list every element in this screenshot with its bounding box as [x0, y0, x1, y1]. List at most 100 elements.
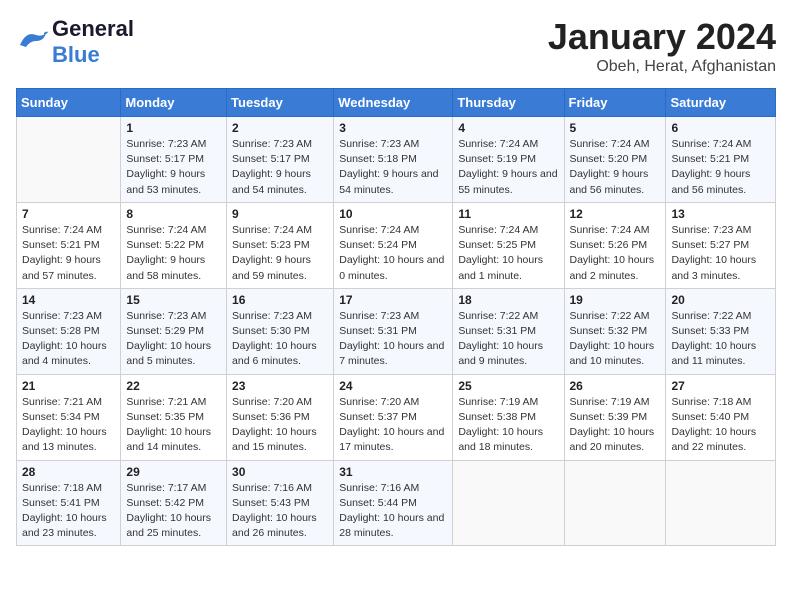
day-info: Sunrise: 7:17 AMSunset: 5:42 PMDaylight:…: [126, 481, 221, 542]
day-info: Sunrise: 7:23 AMSunset: 5:17 PMDaylight:…: [126, 137, 221, 198]
day-of-week-header: Thursday: [453, 89, 564, 117]
calendar-cell: [666, 460, 776, 546]
day-info: Sunrise: 7:23 AMSunset: 5:27 PMDaylight:…: [671, 223, 770, 284]
day-number: 17: [339, 293, 447, 307]
day-of-week-header: Sunday: [17, 89, 121, 117]
day-number: 7: [22, 207, 115, 221]
calendar-week-row: 14Sunrise: 7:23 AMSunset: 5:28 PMDayligh…: [17, 288, 776, 374]
day-info: Sunrise: 7:24 AMSunset: 5:24 PMDaylight:…: [339, 223, 447, 284]
day-info: Sunrise: 7:16 AMSunset: 5:44 PMDaylight:…: [339, 481, 447, 542]
calendar-cell: 7 Sunrise: 7:24 AMSunset: 5:21 PMDaylight…: [17, 202, 121, 288]
day-info: Sunrise: 7:23 AMSunset: 5:17 PMDaylight:…: [232, 137, 328, 198]
day-number: 20: [671, 293, 770, 307]
day-info: Sunrise: 7:22 AMSunset: 5:33 PMDaylight:…: [671, 309, 770, 370]
day-info: Sunrise: 7:20 AMSunset: 5:37 PMDaylight:…: [339, 395, 447, 456]
calendar-cell: 13 Sunrise: 7:23 AMSunset: 5:27 PMDayligh…: [666, 202, 776, 288]
calendar-cell: 8 Sunrise: 7:24 AMSunset: 5:22 PMDaylight…: [121, 202, 227, 288]
calendar-cell: 29 Sunrise: 7:17 AMSunset: 5:42 PMDayligh…: [121, 460, 227, 546]
day-number: 13: [671, 207, 770, 221]
day-number: 8: [126, 207, 221, 221]
logo-icon: [16, 29, 48, 56]
calendar-cell: 21 Sunrise: 7:21 AMSunset: 5:34 PMDayligh…: [17, 374, 121, 460]
day-number: 5: [570, 121, 661, 135]
calendar-week-row: 21 Sunrise: 7:21 AMSunset: 5:34 PMDayligh…: [17, 374, 776, 460]
calendar-cell: 24 Sunrise: 7:20 AMSunset: 5:37 PMDayligh…: [334, 374, 453, 460]
calendar-cell: 30 Sunrise: 7:16 AMSunset: 5:43 PMDayligh…: [227, 460, 334, 546]
day-number: 30: [232, 465, 328, 479]
day-number: 24: [339, 379, 447, 393]
day-number: 2: [232, 121, 328, 135]
day-info: Sunrise: 7:24 AMSunset: 5:21 PMDaylight:…: [22, 223, 115, 284]
calendar-cell: 4Sunrise: 7:24 AMSunset: 5:19 PMDaylight…: [453, 117, 564, 203]
day-of-week-header: Wednesday: [334, 89, 453, 117]
calendar-cell: 20 Sunrise: 7:22 AMSunset: 5:33 PMDayligh…: [666, 288, 776, 374]
day-number: 18: [458, 293, 558, 307]
day-number: 4: [458, 121, 558, 135]
day-number: 12: [570, 207, 661, 221]
day-number: 27: [671, 379, 770, 393]
calendar-cell: 27Sunrise: 7:18 AMSunset: 5:40 PMDayligh…: [666, 374, 776, 460]
calendar-cell: 11 Sunrise: 7:24 AMSunset: 5:25 PMDayligh…: [453, 202, 564, 288]
calendar-week-row: 1 Sunrise: 7:23 AMSunset: 5:17 PMDaylight…: [17, 117, 776, 203]
logo-text: GeneralBlue: [52, 16, 134, 68]
calendar-week-row: 7 Sunrise: 7:24 AMSunset: 5:21 PMDaylight…: [17, 202, 776, 288]
calendar-subtitle: Obeh, Herat, Afghanistan: [548, 58, 776, 76]
day-info: Sunrise: 7:23 AMSunset: 5:29 PMDaylight:…: [126, 309, 221, 370]
day-info: Sunrise: 7:24 AMSunset: 5:21 PMDaylight:…: [671, 137, 770, 198]
day-of-week-header: Friday: [564, 89, 666, 117]
calendar-cell: 19Sunrise: 7:22 AMSunset: 5:32 PMDayligh…: [564, 288, 666, 374]
day-info: Sunrise: 7:23 AMSunset: 5:18 PMDaylight:…: [339, 137, 447, 198]
day-info: Sunrise: 7:19 AMSunset: 5:38 PMDaylight:…: [458, 395, 558, 456]
day-number: 29: [126, 465, 221, 479]
day-number: 26: [570, 379, 661, 393]
calendar-cell: 10Sunrise: 7:24 AMSunset: 5:24 PMDayligh…: [334, 202, 453, 288]
calendar-cell: 9 Sunrise: 7:24 AMSunset: 5:23 PMDaylight…: [227, 202, 334, 288]
day-info: Sunrise: 7:22 AMSunset: 5:31 PMDaylight:…: [458, 309, 558, 370]
calendar-cell: 1 Sunrise: 7:23 AMSunset: 5:17 PMDaylight…: [121, 117, 227, 203]
day-number: 23: [232, 379, 328, 393]
day-info: Sunrise: 7:24 AMSunset: 5:20 PMDaylight:…: [570, 137, 661, 198]
calendar-cell: [564, 460, 666, 546]
calendar-cell: 15 Sunrise: 7:23 AMSunset: 5:29 PMDayligh…: [121, 288, 227, 374]
calendar-table: SundayMondayTuesdayWednesdayThursdayFrid…: [16, 88, 776, 546]
calendar-cell: 26 Sunrise: 7:19 AMSunset: 5:39 PMDayligh…: [564, 374, 666, 460]
page-header: GeneralBlue January 2024 Obeh, Herat, Af…: [16, 16, 776, 76]
day-number: 22: [126, 379, 221, 393]
day-info: Sunrise: 7:24 AMSunset: 5:25 PMDaylight:…: [458, 223, 558, 284]
logo: GeneralBlue: [16, 16, 134, 68]
day-number: 25: [458, 379, 558, 393]
day-number: 9: [232, 207, 328, 221]
calendar-cell: 25 Sunrise: 7:19 AMSunset: 5:38 PMDayligh…: [453, 374, 564, 460]
day-number: 31: [339, 465, 447, 479]
day-of-week-header: Monday: [121, 89, 227, 117]
calendar-cell: 17 Sunrise: 7:23 AMSunset: 5:31 PMDayligh…: [334, 288, 453, 374]
day-of-week-header: Saturday: [666, 89, 776, 117]
day-number: 21: [22, 379, 115, 393]
calendar-cell: [453, 460, 564, 546]
day-info: Sunrise: 7:22 AMSunset: 5:32 PMDaylight:…: [570, 309, 661, 370]
day-info: Sunrise: 7:23 AMSunset: 5:30 PMDaylight:…: [232, 309, 328, 370]
day-info: Sunrise: 7:21 AMSunset: 5:34 PMDaylight:…: [22, 395, 115, 456]
day-number: 11: [458, 207, 558, 221]
day-of-week-header: Tuesday: [227, 89, 334, 117]
calendar-week-row: 28Sunrise: 7:18 AMSunset: 5:41 PMDayligh…: [17, 460, 776, 546]
day-info: Sunrise: 7:24 AMSunset: 5:26 PMDaylight:…: [570, 223, 661, 284]
calendar-cell: 16 Sunrise: 7:23 AMSunset: 5:30 PMDayligh…: [227, 288, 334, 374]
title-section: January 2024 Obeh, Herat, Afghanistan: [548, 16, 776, 76]
day-info: Sunrise: 7:24 AMSunset: 5:23 PMDaylight:…: [232, 223, 328, 284]
calendar-cell: 28Sunrise: 7:18 AMSunset: 5:41 PMDayligh…: [17, 460, 121, 546]
day-info: Sunrise: 7:16 AMSunset: 5:43 PMDaylight:…: [232, 481, 328, 542]
day-number: 14: [22, 293, 115, 307]
calendar-title: January 2024: [548, 16, 776, 58]
calendar-cell: 23 Sunrise: 7:20 AMSunset: 5:36 PMDayligh…: [227, 374, 334, 460]
day-number: 28: [22, 465, 115, 479]
day-number: 1: [126, 121, 221, 135]
calendar-cell: 31 Sunrise: 7:16 AMSunset: 5:44 PMDayligh…: [334, 460, 453, 546]
day-number: 15: [126, 293, 221, 307]
calendar-cell: 22Sunrise: 7:21 AMSunset: 5:35 PMDayligh…: [121, 374, 227, 460]
day-info: Sunrise: 7:23 AMSunset: 5:31 PMDaylight:…: [339, 309, 447, 370]
day-info: Sunrise: 7:19 AMSunset: 5:39 PMDaylight:…: [570, 395, 661, 456]
day-info: Sunrise: 7:20 AMSunset: 5:36 PMDaylight:…: [232, 395, 328, 456]
day-info: Sunrise: 7:24 AMSunset: 5:22 PMDaylight:…: [126, 223, 221, 284]
day-number: 16: [232, 293, 328, 307]
